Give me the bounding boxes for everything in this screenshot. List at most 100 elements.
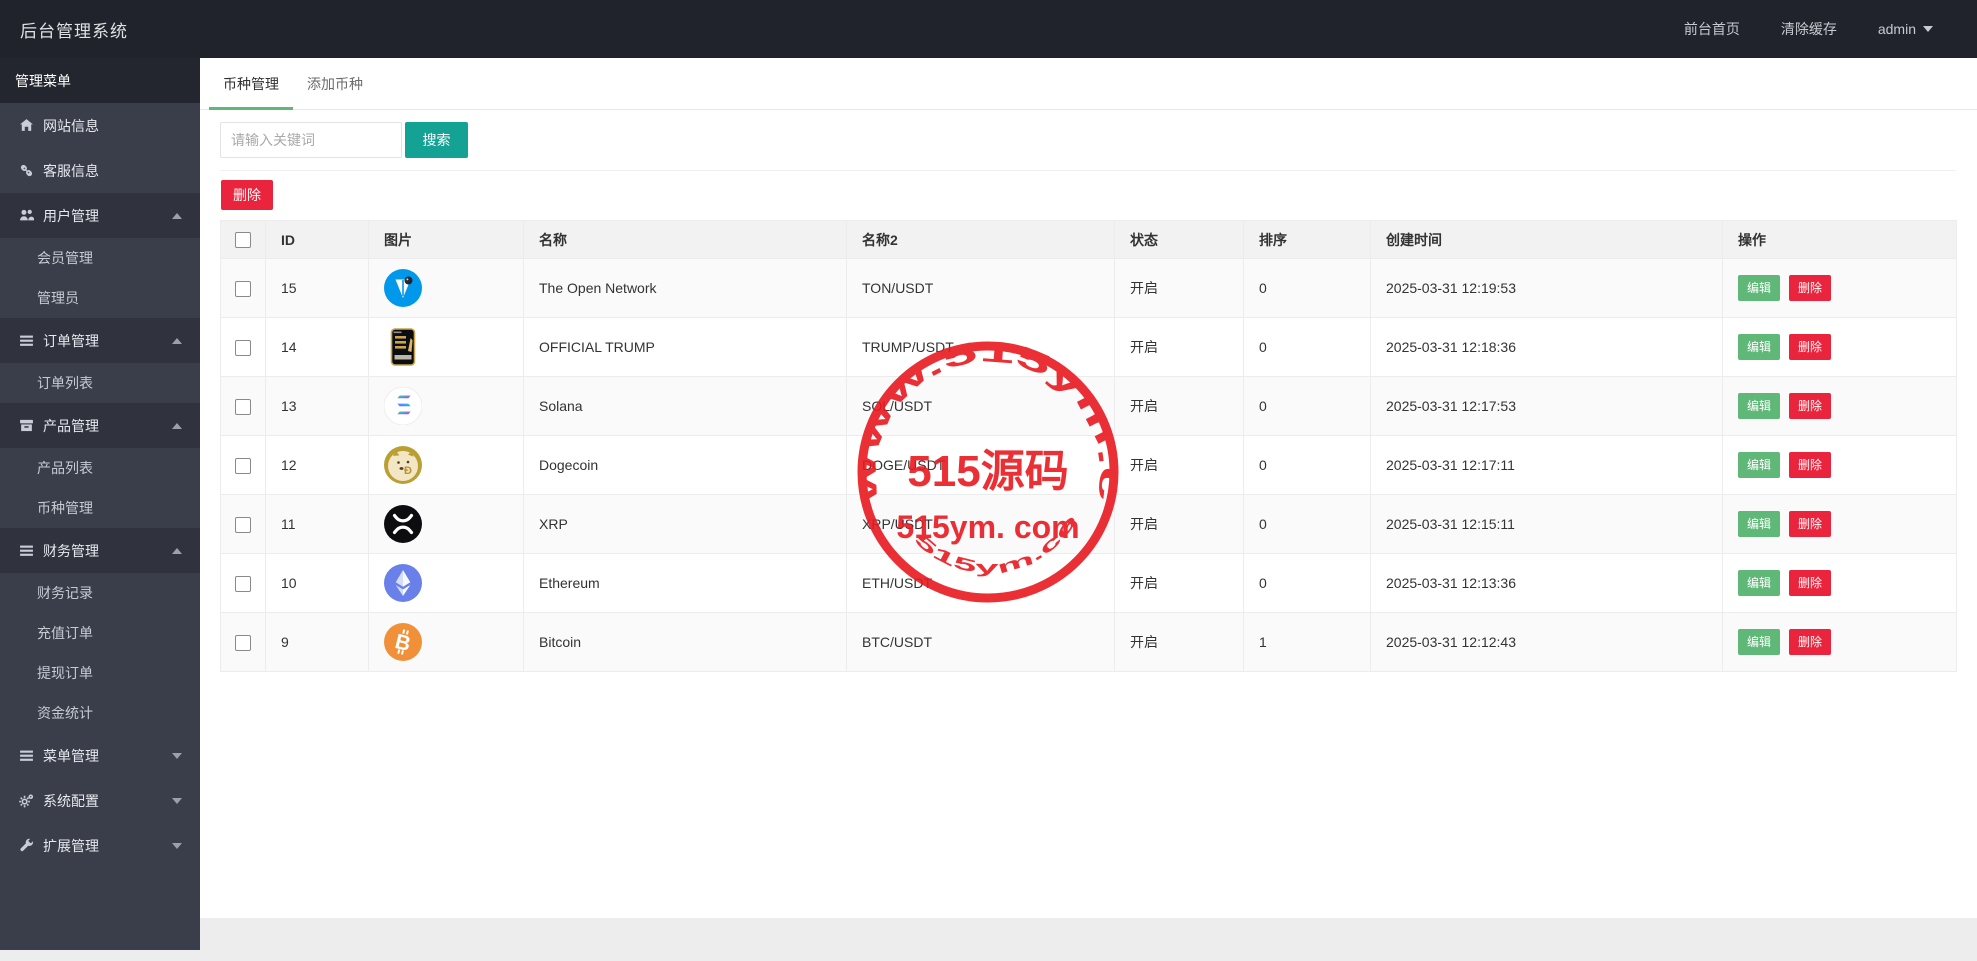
row-checkbox[interactable] [235, 457, 251, 474]
tab-coin-management[interactable]: 币种管理 [209, 58, 293, 110]
edit-button[interactable]: 编辑 [1738, 628, 1781, 656]
delete-button[interactable]: 删除 [1789, 451, 1832, 479]
clear-cache-link[interactable]: 清除缓存 [1781, 19, 1837, 39]
row-checkbox[interactable] [235, 634, 251, 651]
sidebar-item-user-mgmt[interactable]: 用户管理 [0, 193, 200, 238]
sidebar-item-label: 订单列表 [37, 375, 93, 391]
sidebar-item-coin-mgmt[interactable]: 币种管理 [0, 488, 200, 528]
cell-status: 开启 [1114, 435, 1244, 495]
footer-strip [200, 918, 1977, 961]
cell-actions: 编辑 删除 [1722, 376, 1957, 436]
cell-status: 开启 [1114, 612, 1244, 672]
home-icon [19, 118, 34, 133]
sidebar-item-order-mgmt[interactable]: 订单管理 [0, 318, 200, 363]
sidebar-item-label: 扩展管理 [43, 837, 99, 854]
sidebar-item-label: 充值订单 [37, 625, 93, 641]
cell-status: 开启 [1114, 553, 1244, 613]
delete-button[interactable]: 删除 [1789, 569, 1832, 597]
cell-actions: 编辑 删除 [1722, 317, 1957, 377]
search-button[interactable]: 搜索 [405, 122, 468, 158]
cell-image [368, 494, 524, 554]
cell-image [368, 553, 524, 613]
row-checkbox[interactable] [235, 575, 251, 592]
sidebar-item-finance-mgmt[interactable]: 财务管理 [0, 528, 200, 573]
cell-created: 2025-03-31 12:18:36 [1370, 317, 1723, 377]
sidebar-item-site-info[interactable]: 网站信息 [0, 103, 200, 148]
sidebar-item-finance-records[interactable]: 财务记录 [0, 573, 200, 613]
box-icon [19, 418, 34, 433]
col-sort: 排序 [1243, 220, 1371, 259]
btc-coin-icon: B [384, 623, 422, 661]
cell-id: 13 [265, 376, 369, 436]
sidebar-item-service-info[interactable]: 客服信息 [0, 148, 200, 193]
tab-bar: 币种管理 添加币种 [200, 58, 1977, 110]
cell-status: 开启 [1114, 494, 1244, 554]
cell-sort: 0 [1243, 435, 1371, 495]
table-header-row: ID 图片 名称 名称2 状态 排序 创建时间 操作 [220, 220, 1957, 259]
sidebar-item-label: 资金统计 [37, 705, 93, 721]
cell-name: XRP [523, 494, 847, 554]
cell-id: 10 [265, 553, 369, 613]
row-checkbox[interactable] [235, 339, 251, 356]
cell-created: 2025-03-31 12:12:43 [1370, 612, 1723, 672]
cell-created: 2025-03-31 12:17:53 [1370, 376, 1723, 436]
sidebar-item-extension-mgmt[interactable]: 扩展管理 [0, 823, 200, 868]
edit-button[interactable]: 编辑 [1738, 333, 1781, 361]
caret-down-icon [172, 752, 182, 759]
edit-button[interactable]: 编辑 [1738, 569, 1781, 597]
row-checkbox[interactable] [235, 398, 251, 415]
search-row: 搜索 [220, 122, 1977, 158]
cell-sort: 0 [1243, 258, 1371, 318]
delete-button[interactable]: 删除 [1789, 333, 1832, 361]
cell-name2: XRP/USDT [846, 494, 1115, 554]
tab-add-coin[interactable]: 添加币种 [293, 58, 377, 109]
edit-button[interactable]: 编辑 [1738, 274, 1781, 302]
frontend-home-link[interactable]: 前台首页 [1684, 19, 1740, 39]
sidebar-item-product-mgmt[interactable]: 产品管理 [0, 403, 200, 448]
sidebar-item-withdraw-orders[interactable]: 提现订单 [0, 653, 200, 693]
col-image: 图片 [368, 220, 524, 259]
table-row: 11 XRP XRP/USDT 开启 0 2025-03-31 12:15:11 编辑 删除 [220, 494, 1957, 554]
sol-coin-icon [384, 387, 422, 425]
delete-button[interactable]: 删除 [1789, 628, 1832, 656]
delete-button[interactable]: 删除 [1789, 274, 1832, 302]
search-input[interactable] [220, 122, 402, 158]
delete-button[interactable]: 删除 [1789, 392, 1832, 420]
sidebar-item-admin-list[interactable]: 管理员 [0, 278, 200, 318]
sidebar-item-system-config[interactable]: 系统配置 [0, 778, 200, 823]
delete-button[interactable]: 删除 [1789, 510, 1832, 538]
cell-status: 开启 [1114, 258, 1244, 318]
caret-up-icon [172, 337, 182, 344]
cell-name: Solana [523, 376, 847, 436]
col-name: 名称 [523, 220, 847, 259]
main-content: 币种管理 添加币种 搜索 删除 ID 图片 名称 名称2 状态 排序 创建时间 … [200, 58, 1977, 918]
select-all-checkbox[interactable] [235, 232, 251, 249]
row-checkbox[interactable] [235, 516, 251, 533]
row-checkbox[interactable] [235, 280, 251, 297]
sidebar-item-product-list[interactable]: 产品列表 [0, 448, 200, 488]
sidebar-item-label: 订单管理 [43, 332, 99, 349]
sidebar-header: 管理菜单 [0, 58, 200, 103]
sidebar-item-fund-stats[interactable]: 资金统计 [0, 693, 200, 733]
col-status: 状态 [1114, 220, 1244, 259]
edit-button[interactable]: 编辑 [1738, 392, 1781, 420]
cell-sort: 1 [1243, 612, 1371, 672]
user-menu[interactable]: admin [1878, 21, 1933, 37]
svg-text:Ð: Ð [404, 465, 412, 477]
edit-button[interactable]: 编辑 [1738, 451, 1781, 479]
sidebar-item-label: 用户管理 [43, 207, 99, 224]
cell-id: 9 [265, 612, 369, 672]
cell-actions: 编辑 删除 [1722, 435, 1957, 495]
sidebar-item-order-list[interactable]: 订单列表 [0, 363, 200, 403]
sidebar-item-label: 会员管理 [37, 250, 93, 266]
cell-image [368, 258, 524, 318]
sidebar-item-recharge-orders[interactable]: 充值订单 [0, 613, 200, 653]
bulk-delete-button[interactable]: 删除 [221, 180, 273, 210]
bars-icon [19, 748, 34, 763]
sidebar-item-member-mgmt[interactable]: 会员管理 [0, 238, 200, 278]
bars-icon [19, 333, 34, 348]
sidebar-item-label: 系统配置 [43, 792, 99, 809]
edit-button[interactable]: 编辑 [1738, 510, 1781, 538]
sidebar-item-menu-mgmt[interactable]: 菜单管理 [0, 733, 200, 778]
sidebar-item-label: 管理员 [37, 290, 79, 306]
